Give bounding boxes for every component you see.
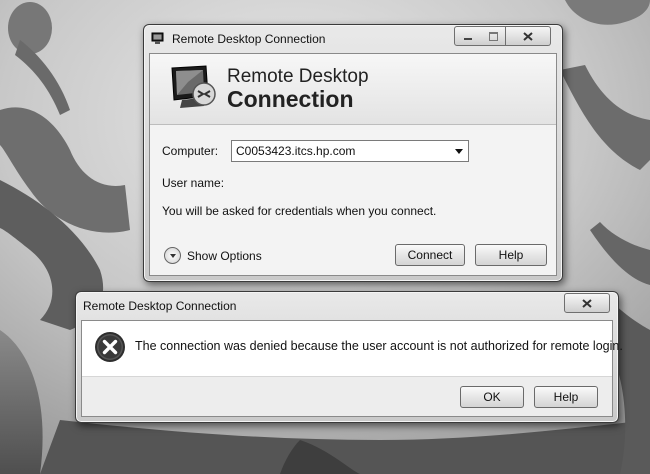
minimize-icon [464, 38, 472, 40]
show-options-label: Show Options [187, 248, 262, 263]
ok-button[interactable]: OK [460, 386, 524, 408]
close-icon [582, 298, 592, 308]
minimize-button[interactable] [454, 26, 482, 46]
close-button[interactable] [506, 26, 551, 46]
rdc-window: Remote Desktop Connection Remote Desktop [143, 24, 563, 282]
chevron-down-icon[interactable] [164, 247, 181, 264]
rdc-client-area: Remote Desktop Connection Computer: C005… [149, 53, 557, 276]
computer-value: C0053423.itcs.hp.com [236, 144, 356, 158]
error-dialog: Remote Desktop Connection The connection… [75, 291, 623, 423]
banner-title-line2: Connection [227, 86, 354, 112]
error-close-button[interactable] [564, 293, 610, 313]
banner-title-line1: Remote Desktop [227, 66, 369, 87]
remote-desktop-icon [171, 65, 216, 108]
credentials-note: You will be asked for credentials when y… [162, 204, 437, 218]
error-client-area: The connection was denied because the us… [81, 320, 623, 417]
username-label: User name: [162, 176, 225, 190]
rdc-banner: Remote Desktop Connection [150, 54, 556, 125]
rdc-titlebar[interactable]: Remote Desktop Connection [144, 25, 562, 51]
remote-desktop-small-icon [151, 32, 164, 44]
error-message: The connection was denied because the us… [135, 339, 623, 353]
help-button[interactable]: Help [475, 244, 547, 266]
close-icon [523, 31, 533, 41]
error-help-button[interactable]: Help [534, 386, 598, 408]
dropdown-arrow-icon[interactable] [455, 149, 463, 154]
error-titlebar[interactable]: Remote Desktop Connection [76, 292, 618, 318]
error-footer: OK Help [82, 377, 612, 416]
computer-combobox[interactable]: C0053423.itcs.hp.com [231, 140, 469, 162]
show-options-toggle[interactable]: Show Options [164, 247, 262, 264]
maximize-button[interactable] [481, 26, 506, 46]
connect-button[interactable]: Connect [395, 244, 465, 266]
computer-label: Computer: [162, 144, 219, 158]
error-dialog-title: Remote Desktop Connection [83, 299, 237, 313]
rdc-title: Remote Desktop Connection [172, 32, 326, 46]
error-content: The connection was denied because the us… [82, 321, 623, 377]
maximize-icon [488, 31, 498, 41]
error-x-icon [95, 332, 125, 362]
